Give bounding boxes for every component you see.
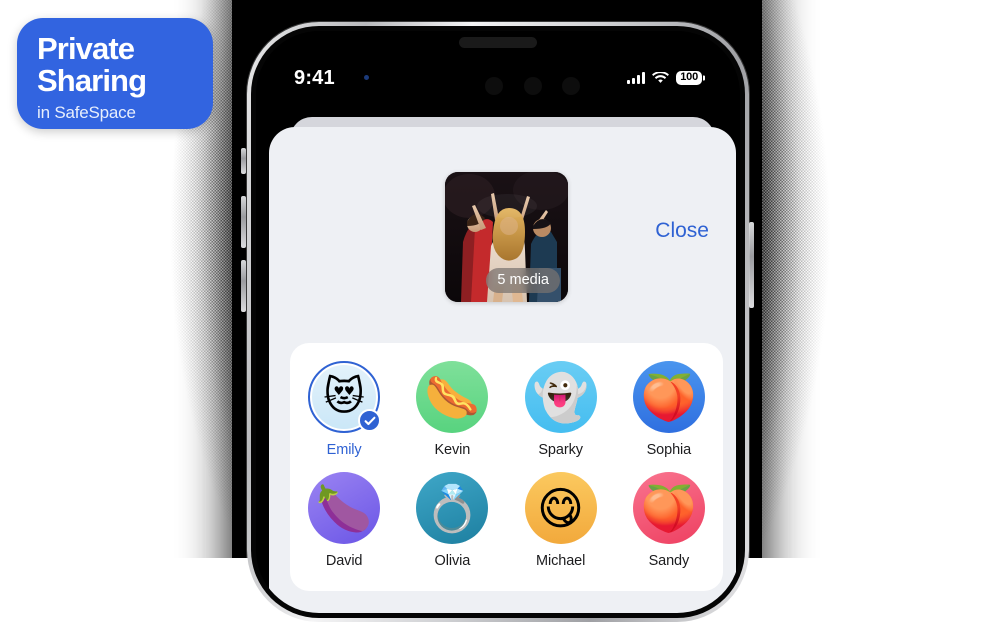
- phone-bezel: 9:41 100 5 media Close 😻 Emily 🌭 Kevin 👻…: [251, 26, 745, 618]
- silent-switch[interactable]: [241, 148, 246, 174]
- avatar-wrapper: 🍑: [632, 361, 705, 433]
- contact-name-label: Olivia: [434, 553, 471, 569]
- contact-name-label: Sophia: [646, 442, 692, 458]
- avatar-emoji-icon: 😋: [524, 472, 597, 544]
- contact-item-david[interactable]: 🍆 David: [290, 472, 398, 569]
- avatar-wrapper: 😋: [524, 472, 597, 544]
- avatar-wrapper: 🍑: [632, 472, 705, 544]
- checkmark-icon: [358, 409, 382, 432]
- avatar-emoji-icon: 💍: [416, 472, 489, 544]
- status-bar: 9:41 100: [256, 65, 740, 91]
- contact-name-label: Emily: [326, 442, 362, 458]
- sheet-header: 5 media Close: [269, 127, 736, 302]
- avatar-wrapper: 👻: [524, 361, 597, 433]
- contacts-card: 😻 Emily 🌭 Kevin 👻 Sparky 🍑 Sophia 🍆 David 💍 Olivia 😋…: [290, 343, 723, 591]
- contact-name-label: Sparky: [538, 442, 583, 458]
- avatar-wrapper: 💍: [416, 472, 489, 544]
- contact-name-label: Kevin: [434, 442, 471, 458]
- avatar-emoji-icon: 👻: [524, 361, 597, 433]
- media-thumbnail[interactable]: 5 media: [445, 172, 568, 302]
- share-sheet: 5 media Close 😻 Emily 🌭 Kevin 👻 Sparky 🍑 Sophia…: [269, 127, 736, 613]
- avatar-wrapper: 😻: [308, 361, 382, 433]
- contact-name-label: Michael: [535, 553, 586, 569]
- avatar-emoji-icon: 🍆: [308, 472, 381, 544]
- contact-item-kevin[interactable]: 🌭 Kevin: [398, 361, 506, 458]
- phone-screen: 9:41 100 5 media Close 😻 Emily 🌭 Kevin 👻…: [256, 31, 740, 613]
- contact-item-sophia[interactable]: 🍑 Sophia: [615, 361, 723, 458]
- power-button[interactable]: [749, 222, 754, 308]
- contact-item-michael[interactable]: 😋 Michael: [507, 472, 615, 569]
- badge-title-line2: Sharing: [37, 62, 147, 98]
- close-button[interactable]: Close: [655, 219, 709, 243]
- avatar-emoji-icon: 🍑: [632, 472, 705, 544]
- contact-item-olivia[interactable]: 💍 Olivia: [398, 472, 506, 569]
- avatar-wrapper: 🍆: [308, 472, 381, 544]
- battery-indicator: 100: [676, 71, 702, 85]
- contact-name-label: Sandy: [648, 553, 690, 569]
- badge-title-line1: Private: [37, 31, 135, 66]
- contacts-grid: 😻 Emily 🌭 Kevin 👻 Sparky 🍑 Sophia 🍆 David 💍 Olivia 😋…: [290, 361, 723, 569]
- wifi-icon: [652, 72, 670, 83]
- status-bar-indicators: 100: [627, 71, 702, 85]
- avatar-wrapper: 🌭: [416, 361, 489, 433]
- contact-item-emily[interactable]: 😻 Emily: [290, 361, 398, 458]
- private-sharing-badge: Private Sharing in SafeSpace: [17, 18, 213, 129]
- contact-item-sparky[interactable]: 👻 Sparky: [507, 361, 615, 458]
- status-bar-clock: 9:41: [294, 66, 335, 89]
- dynamic-island: [459, 37, 537, 48]
- avatar-emoji-icon: 🌭: [416, 361, 489, 433]
- phone-device-frame: 9:41 100 5 media Close 😻 Emily 🌭 Kevin 👻…: [247, 22, 749, 622]
- contact-item-sandy[interactable]: 🍑 Sandy: [615, 472, 723, 569]
- volume-down-button[interactable]: [241, 260, 246, 312]
- media-count-badge: 5 media: [486, 268, 560, 293]
- badge-subtitle: in SafeSpace: [37, 102, 136, 122]
- volume-up-button[interactable]: [241, 196, 246, 248]
- contact-name-label: David: [325, 553, 363, 569]
- cellular-bars-icon: [627, 72, 646, 84]
- avatar-emoji-icon: 🍑: [632, 361, 705, 433]
